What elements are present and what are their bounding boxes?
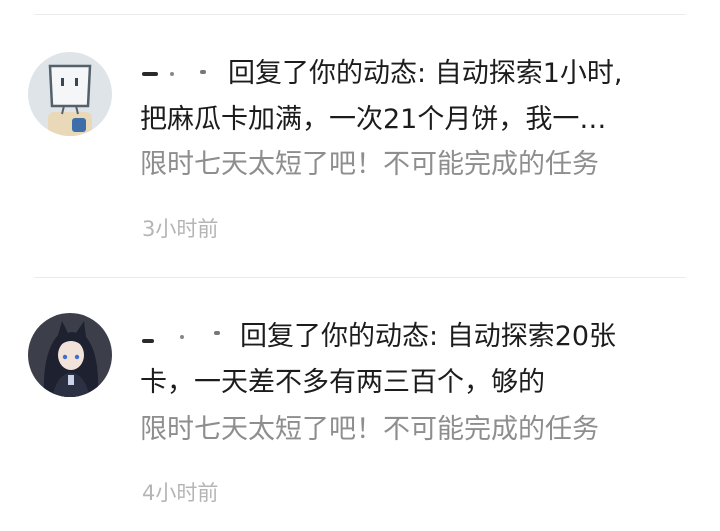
- avatar[interactable]: [28, 313, 112, 397]
- divider-top: [34, 14, 686, 15]
- reply-text-line2: 把麻瓜卡加满，一次21个月饼，我一…: [140, 104, 607, 135]
- divider-middle: [34, 277, 686, 278]
- reply-header: 回复了你的动态: 自动探索20张: [140, 315, 680, 359]
- timestamp: 3小时前: [142, 217, 219, 241]
- username-redacted[interactable]: [140, 60, 220, 90]
- quoted-post[interactable]: 限时七天太短了吧！不可能完成的任务: [140, 143, 680, 187]
- reply-action-text: 回复了你的动态:: [240, 321, 439, 352]
- reply-header: 回复了你的动态: 自动探索1小时,: [140, 52, 680, 96]
- reply-text-line1: 自动探索20张: [446, 321, 617, 352]
- anime-girl-avatar-icon: [28, 313, 112, 397]
- quoted-post[interactable]: 限时七天太短了吧！不可能完成的任务: [140, 408, 680, 452]
- reply-text-line2: 卡，一天差不多有两三百个，够的: [140, 367, 545, 398]
- reply-action-text: 回复了你的动态:: [228, 58, 427, 89]
- reply-text-line1: 自动探索1小时,: [434, 58, 623, 89]
- username-redacted[interactable]: [140, 323, 232, 353]
- boxhead-character-avatar-icon: [28, 52, 112, 136]
- avatar[interactable]: [28, 52, 112, 136]
- timestamp: 4小时前: [142, 481, 219, 505]
